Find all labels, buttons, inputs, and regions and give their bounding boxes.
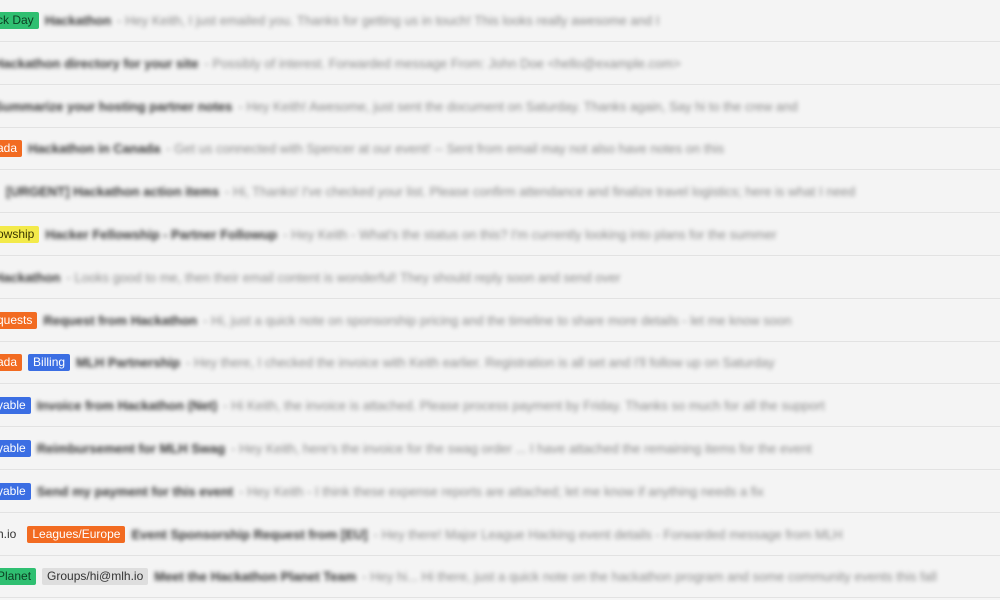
message-subject: Hackathon — [0, 270, 61, 285]
message-subject: Meet the Hackathon Planet Team — [154, 569, 357, 584]
message-labels: h.io Leagues/Europe — [0, 526, 131, 543]
message-row[interactable]: [URGENT] Hackathon action items - Hi, Tha… — [0, 171, 1000, 213]
label-tag[interactable]: h.io — [0, 526, 22, 543]
message-snippet: - Looks good to me, then their email con… — [66, 270, 621, 285]
message-subject: Reimbursement for MLH Swag — [36, 441, 226, 456]
message-snippet: - Hey there, I checked the invoice with … — [186, 355, 775, 370]
message-snippet: - Hi Keith, the invoice is attached. Ple… — [223, 398, 825, 413]
message-list: ck Day Hackathon - Hey Keith, I just email… — [0, 0, 1000, 600]
label-tag[interactable]: yable — [0, 440, 31, 457]
message-subject: Invoice from Hackathon (Net) — [36, 398, 218, 413]
message-labels: yable — [0, 397, 37, 414]
message-labels: Planet Groups/hi@mlh.io — [0, 568, 154, 585]
message-snippet: - Possibly of interest. Forwarded messag… — [204, 56, 681, 71]
message-row[interactable]: h.io Leagues/Europe Event Sponsorship Requ… — [0, 514, 1000, 556]
message-snippet: - Hey Keith - What's the status on this?… — [283, 227, 777, 242]
message-row[interactable]: ada Billing MLH Partnership - Hey there, I … — [0, 342, 1000, 384]
message-row[interactable]: Hackathon - Looks good to me, then their … — [0, 257, 1000, 299]
message-row[interactable]: yable Send my payment for this event - Hey… — [0, 471, 1000, 513]
message-snippet: - Hey Keith, here's the invoice for the … — [231, 441, 812, 456]
message-subject: Summarize your hosting partner notes — [0, 99, 233, 114]
label-tag[interactable]: ck Day — [0, 12, 39, 29]
label-tag[interactable]: ada — [0, 140, 23, 157]
label-tag[interactable]: Planet — [0, 568, 37, 585]
message-labels: owship — [0, 226, 45, 243]
message-snippet: - Hey there! Major League Hacking event … — [373, 527, 843, 542]
message-subject: Send my payment for this event — [36, 484, 234, 499]
message-snippet: - Hey hi... Hi there, just a quick note … — [362, 569, 937, 584]
message-subject: Hackathon directory for your site — [0, 56, 199, 71]
label-tag[interactable]: quests — [0, 312, 38, 329]
message-subject: Hackathon — [44, 13, 112, 28]
label-tag[interactable]: yable — [0, 483, 31, 500]
message-subject: Event Sponsorship Request from [EU] — [131, 527, 368, 542]
message-labels: yable — [0, 440, 37, 457]
message-snippet: - Hi, just a quick note on sponsorship p… — [203, 313, 792, 328]
message-subject: MLH Partnership — [76, 355, 181, 370]
label-tag[interactable]: owship — [0, 226, 40, 243]
message-snippet: - Hey Keith - I think these expense repo… — [239, 484, 764, 499]
message-snippet: - Hey Keith! Awesome, just sent the docu… — [238, 99, 798, 114]
message-row[interactable]: owship Hacker Fellowship - Partner Follow… — [0, 214, 1000, 256]
message-subject: Hackathon in Canada — [28, 141, 161, 156]
label-tag[interactable]: Leagues/Europe — [27, 526, 126, 543]
message-row[interactable]: ada Hackathon in Canada - Get us connected… — [0, 128, 1000, 170]
message-row[interactable]: ck Day Hackathon - Hey Keith, I just email… — [0, 0, 1000, 42]
message-subject: [URGENT] Hackathon action items — [6, 184, 220, 199]
message-labels: ada — [0, 140, 28, 157]
message-row[interactable]: Hackathon directory for your site - Possi… — [0, 43, 1000, 85]
message-row[interactable]: Summarize your hosting partner notes - He… — [0, 86, 1000, 128]
message-row[interactable]: yable Reimbursement for MLH Swag - Hey Kei… — [0, 428, 1000, 470]
message-row[interactable]: Planet Groups/hi@mlh.io Meet the Hackathon… — [0, 556, 1000, 598]
message-labels: quests — [0, 312, 43, 329]
message-snippet: - Get us connected with Spencer at our e… — [166, 141, 725, 156]
message-snippet: - Hi, Thanks! I've checked your list. Pl… — [225, 184, 856, 199]
message-subject: Hacker Fellowship - Partner Followup — [45, 227, 278, 242]
message-labels: ck Day — [0, 12, 45, 29]
message-row[interactable]: yable Invoice from Hackathon (Net) - Hi Ke… — [0, 385, 1000, 427]
message-labels: yable — [0, 483, 37, 500]
label-tag[interactable]: yable — [0, 397, 31, 414]
message-subject: Request from Hackathon — [43, 313, 198, 328]
label-tag[interactable]: ada — [0, 354, 23, 371]
label-tag[interactable]: Billing — [28, 354, 71, 371]
message-row[interactable]: quests Request from Hackathon - Hi, just a… — [0, 300, 1000, 342]
message-labels: ada Billing — [0, 354, 76, 371]
label-tag[interactable]: Groups/hi@mlh.io — [42, 568, 149, 585]
message-snippet: - Hey Keith, I just emailed you. Thanks … — [117, 13, 660, 28]
